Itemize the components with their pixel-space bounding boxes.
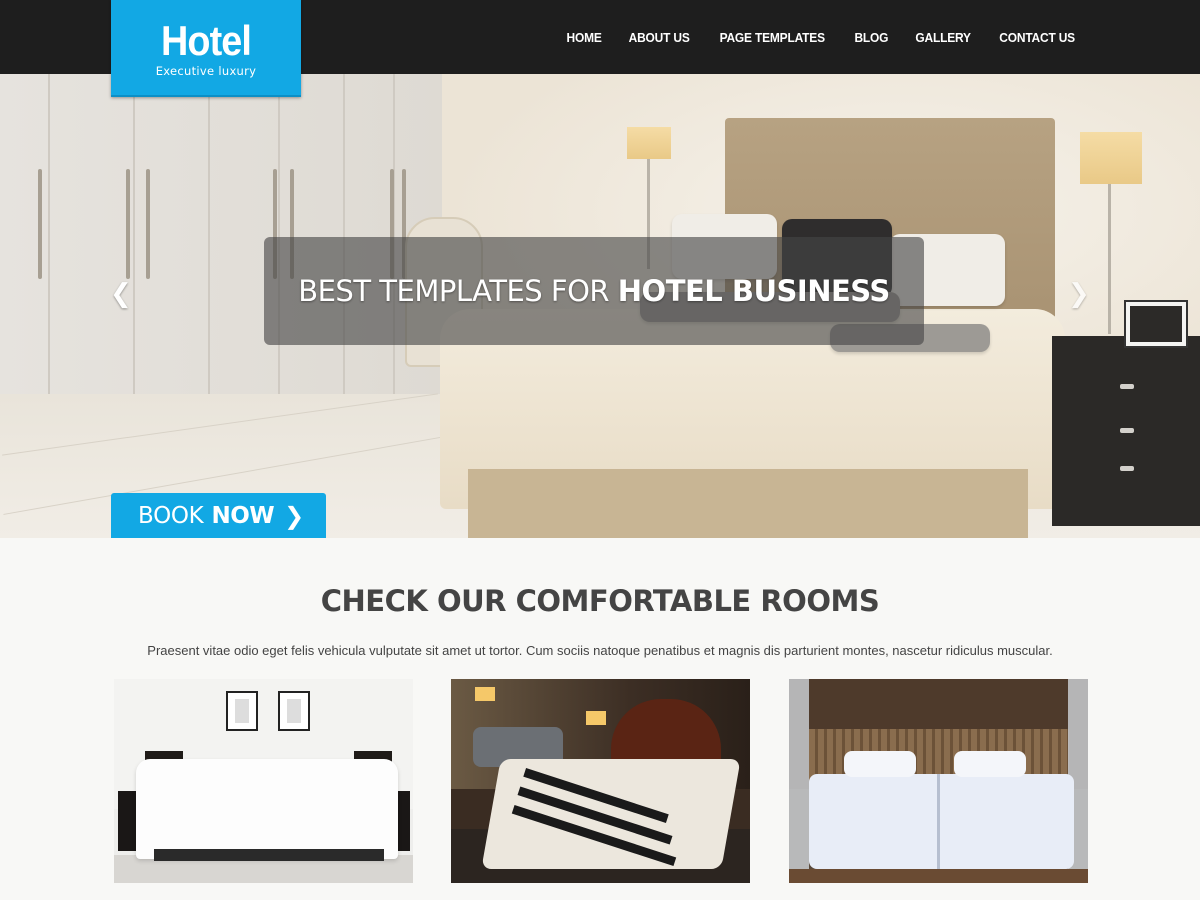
room-card-2-image[interactable]	[451, 679, 750, 883]
book-now-button[interactable]: BOOK NOW ❯	[111, 493, 326, 538]
room-card-1-image[interactable]	[114, 679, 413, 883]
hero-caption: BEST TEMPLATES FOR HOTEL BUSINESS	[264, 237, 924, 345]
site-header: Hotel Executive luxury HOME ABOUT US PAG…	[0, 0, 1200, 97]
rooms-section-description: Praesent vitae odio eget felis vehicula …	[147, 643, 1053, 658]
hero-caption-text: BEST TEMPLATES FOR HOTEL BUSINESS	[298, 274, 890, 308]
slider-prev-icon[interactable]: ❮	[110, 280, 132, 308]
room-card-3-image[interactable]	[789, 679, 1088, 883]
book-now-label-bold: NOW	[211, 502, 275, 529]
rooms-section-title: CHECK OUR COMFORTABLE ROOMS	[320, 584, 880, 618]
hero-slider: BEST TEMPLATES FOR HOTEL BUSINESS ❮ ❯ BO…	[0, 74, 1200, 538]
logo-tagline: Executive luxury	[155, 64, 257, 78]
site-logo[interactable]: Hotel Executive luxury	[111, 0, 301, 97]
photo-frame	[1126, 302, 1186, 346]
logo-title: Hotel	[161, 17, 252, 64]
nav-item-gallery[interactable]: GALLERY	[915, 30, 971, 45]
nav-item-page-templates[interactable]: PAGE TEMPLATES	[720, 30, 825, 45]
chevron-right-icon: ❯	[284, 501, 305, 530]
book-now-label-light: BOOK	[138, 502, 204, 529]
nav-item-contact-us[interactable]: CONTACT US	[999, 30, 1075, 45]
nav-item-home[interactable]: HOME	[566, 30, 601, 45]
nav-item-blog[interactable]: BLOG	[854, 30, 888, 45]
slider-next-icon[interactable]: ❯	[1068, 280, 1090, 308]
nav-item-about-us[interactable]: ABOUT US	[629, 30, 690, 45]
main-nav: HOME ABOUT US PAGE TEMPLATES BLOG GALLER…	[542, 0, 1078, 74]
